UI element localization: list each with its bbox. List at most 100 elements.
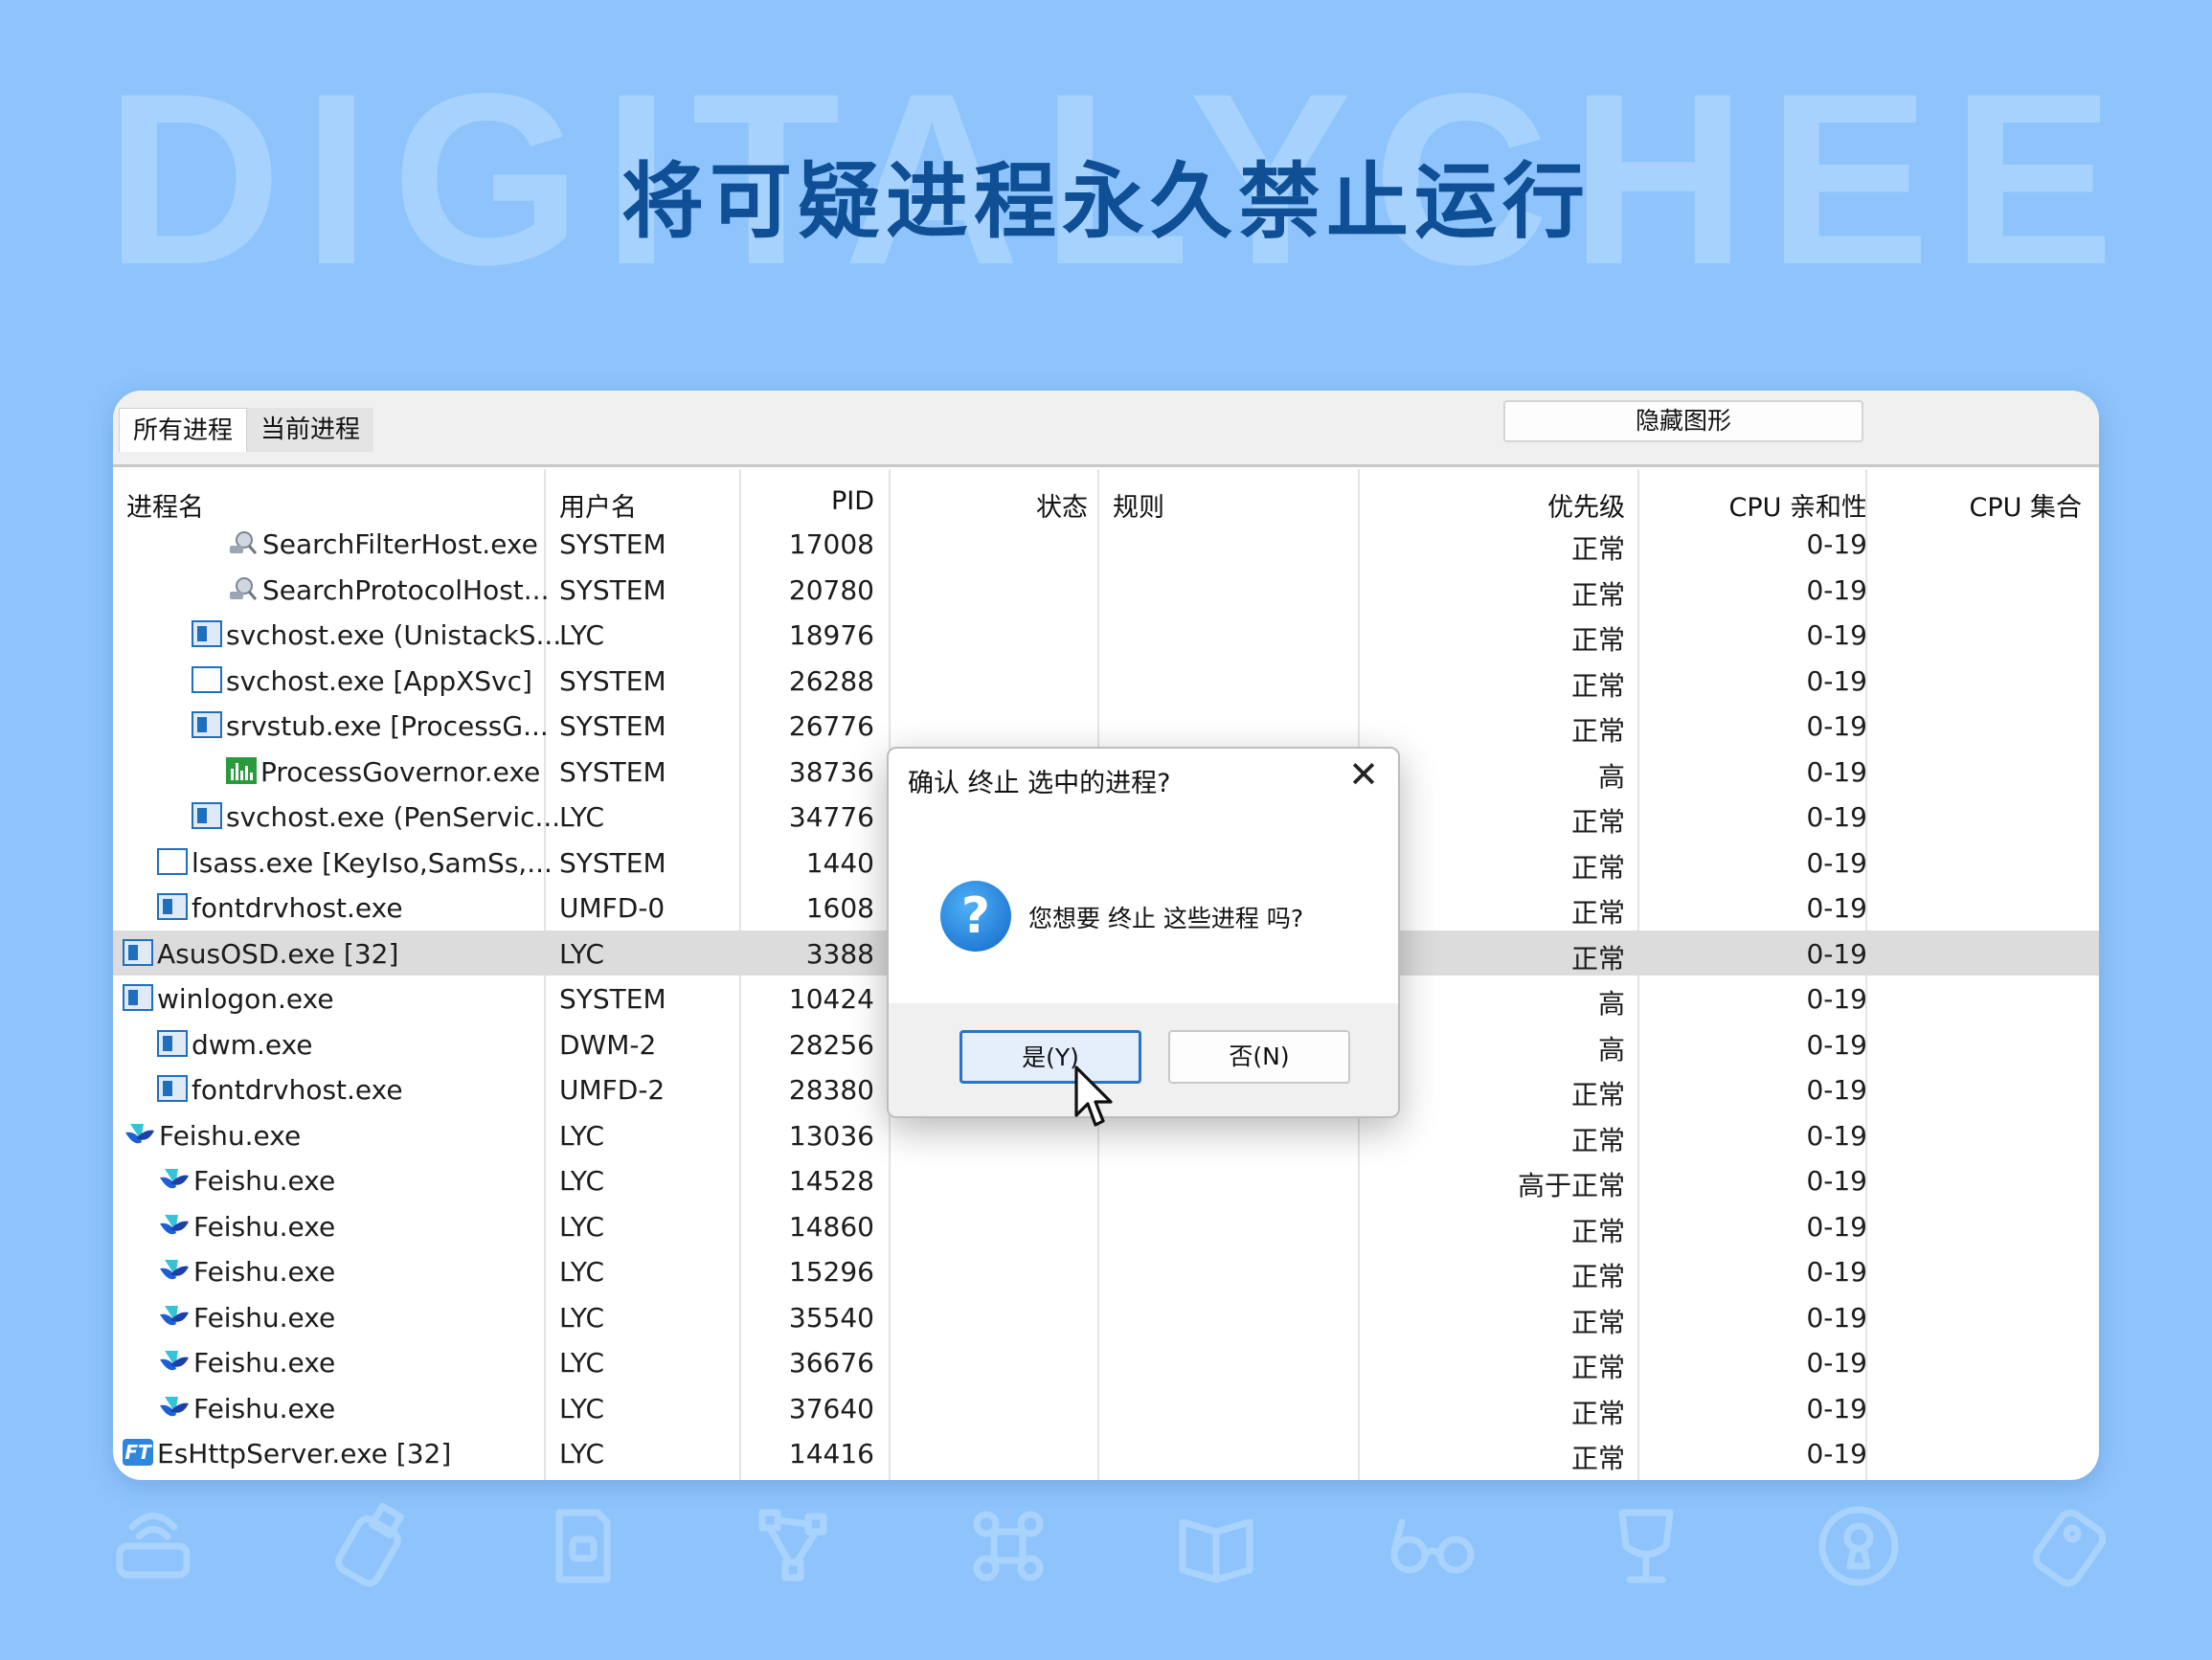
priority-cell: 正常 — [1570, 851, 1625, 884]
cpu-affinity-cell: 0-19 — [1806, 846, 1867, 879]
table-row[interactable]: Feishu.exe LYC 37640 正常 0-19 — [113, 1385, 2099, 1431]
pid-cell: 18976 — [788, 619, 874, 651]
column-header-cpu-affinity[interactable]: CPU 亲和性 — [1729, 486, 1867, 524]
process-name-cell: svchost.exe (PenServic... — [192, 801, 560, 833]
keyhole-icon — [1818, 1506, 1899, 1586]
process-name: Feishu.exe — [193, 1210, 336, 1243]
table-row[interactable]: Feishu.exe LYC 35540 正常 0-19 — [113, 1294, 2099, 1340]
process-name: EsHttpServer.exe [32] — [157, 1438, 452, 1469]
pid-cell: 36676 — [788, 1347, 874, 1379]
table-row[interactable]: Feishu.exe LYC 14860 正常 0-19 — [113, 1203, 2099, 1249]
pid-cell: 26776 — [788, 710, 874, 742]
glasses-icon — [1390, 1518, 1475, 1574]
column-header-priority[interactable]: 优先级 — [1547, 486, 1625, 524]
window-icon — [192, 711, 222, 738]
feishu-icon — [125, 1123, 154, 1143]
cpu-affinity-cell: 0-19 — [1806, 892, 1867, 924]
process-name: svchost.exe (PenServic... — [226, 801, 561, 833]
cpu-affinity-cell: 0-19 — [1806, 1438, 1867, 1469]
column-header-user[interactable]: 用户名 — [559, 486, 637, 524]
table-row[interactable]: Feishu.exe LYC 36676 正常 0-19 — [113, 1339, 2099, 1385]
user-cell: UMFD-2 — [559, 1074, 666, 1106]
feishu-icon — [160, 1351, 189, 1371]
priority-cell: 高 — [1597, 1033, 1625, 1066]
feishu-icon — [160, 1305, 189, 1325]
process-name-cell: SearchFilterHost.exe — [226, 528, 538, 560]
pid-cell: 20780 — [788, 573, 874, 606]
user-cell: DWM-2 — [559, 1028, 657, 1061]
column-header-name[interactable]: 进程名 — [126, 486, 204, 524]
user-cell: LYC — [559, 1438, 605, 1469]
process-name-cell: winlogon.exe — [123, 983, 334, 1015]
user-cell: SYSTEM — [559, 846, 666, 879]
process-name-cell: Feishu.exe — [157, 1256, 335, 1288]
pid-cell: 1440 — [805, 846, 874, 879]
sd-card-icon — [555, 1509, 611, 1583]
pid-cell: 3388 — [805, 937, 874, 970]
table-row[interactable]: SearchProtocolHost... SYSTEM 20780 正常 0-19 — [113, 567, 2099, 613]
table-row[interactable]: srvstub.exe [ProcessG... SYSTEM 26776 正常 0-1… — [113, 703, 2099, 749]
process-name: Feishu.exe — [193, 1301, 336, 1334]
mouse-cursor-icon — [1074, 1066, 1113, 1127]
user-cell: LYC — [559, 801, 605, 833]
column-header-pid[interactable]: PID — [831, 486, 874, 516]
tag-icon — [2032, 1509, 2107, 1587]
hide-graph-button[interactable]: 隐藏图形 — [1503, 400, 1863, 442]
process-name: Feishu.exe — [159, 1119, 302, 1152]
cpu-affinity-cell: 0-19 — [1806, 1028, 1867, 1061]
no-button[interactable]: 否(N) — [1168, 1030, 1350, 1084]
table-row[interactable]: Feishu.exe LYC 15296 正常 0-19 — [113, 1248, 2099, 1294]
column-header-status[interactable]: 状态 — [1036, 486, 1088, 524]
confirm-kill-dialog: 确认 终止 选中的进程? ✕ ? 您想要 终止 这些进程 吗? 是(Y) 否(N… — [887, 747, 1400, 1118]
cpu-affinity-cell: 0-19 — [1806, 801, 1867, 833]
table-row[interactable]: svchost.exe [AppXSvc] SYSTEM 26288 正常 0-19 — [113, 658, 2099, 704]
priority-cell: 正常 — [1570, 578, 1625, 611]
pid-cell: 37640 — [788, 1392, 874, 1424]
pid-cell: 14528 — [788, 1165, 874, 1197]
ft-icon: FT — [123, 1439, 153, 1466]
pid-cell: 35540 — [788, 1301, 874, 1334]
cpu-affinity-cell: 0-19 — [1806, 664, 1867, 697]
table-row[interactable]: svchost.exe (UnistackS... LYC 18976 正常 0-19 — [113, 612, 2099, 658]
pid-cell: 13036 — [788, 1119, 874, 1152]
priority-cell: 正常 — [1570, 806, 1625, 838]
command-key-icon — [973, 1511, 1044, 1581]
page-headline: 将可疑进程永久禁止运行 — [621, 154, 1591, 250]
process-name-cell: Feishu.exe — [157, 1211, 335, 1243]
user-cell: SYSTEM — [559, 710, 666, 742]
close-icon[interactable]: ✕ — [1348, 756, 1379, 793]
window-icon — [157, 893, 188, 920]
pid-cell: 28380 — [788, 1074, 874, 1106]
pid-cell: 14416 — [788, 1438, 874, 1469]
column-header-rule[interactable]: 规则 — [1113, 486, 1164, 524]
tab-current-processes[interactable]: 当前进程 — [247, 408, 374, 452]
pid-cell: 14860 — [788, 1210, 874, 1243]
window-icon — [123, 938, 153, 966]
priority-cell: 正常 — [1570, 897, 1625, 929]
vector-node-icon — [758, 1509, 827, 1581]
table-row[interactable]: SearchFilterHost.exe SYSTEM 17008 正常 0-19 — [113, 521, 2099, 567]
table-header: 进程名 用户名 PID 状态 规则 优先级 CPU 亲和性 CPU 集合 — [113, 473, 2099, 524]
question-icon: ? — [940, 881, 1011, 952]
tab-all-processes[interactable]: 所有进程 — [119, 408, 248, 452]
process-name-cell: svchost.exe [AppXSvc] — [192, 665, 532, 697]
pid-cell: 17008 — [788, 528, 874, 560]
cpu-affinity-cell: 0-19 — [1806, 710, 1867, 742]
process-name: lsass.exe [KeyIso,SamSs,... — [192, 846, 553, 879]
window-icon — [157, 1075, 188, 1102]
process-name-cell: Feishu.exe — [123, 1120, 301, 1152]
table-row[interactable]: Feishu.exe LYC 14528 高于正常 0-19 — [113, 1157, 2099, 1203]
user-cell: LYC — [559, 1210, 605, 1243]
dialog-title: 确认 终止 选中的进程? — [908, 769, 1171, 798]
dialog-footer: 是(Y) 否(N) — [889, 1003, 1398, 1116]
feishu-icon — [160, 1396, 189, 1416]
user-cell: SYSTEM — [559, 528, 666, 560]
cpu-affinity-cell: 0-19 — [1806, 937, 1867, 970]
table-row[interactable]: FT EsHttpServer.exe [32] LYC 14416 正常 0-19 — [113, 1430, 2099, 1476]
pid-cell: 34776 — [788, 801, 874, 833]
process-name-cell: fontdrvhost.exe — [157, 1074, 403, 1106]
priority-cell: 正常 — [1570, 942, 1625, 975]
column-header-cpu-set[interactable]: CPU 集合 — [1970, 486, 2082, 524]
process-name: Feishu.exe — [193, 1347, 336, 1379]
process-name: Feishu.exe — [193, 1165, 336, 1197]
